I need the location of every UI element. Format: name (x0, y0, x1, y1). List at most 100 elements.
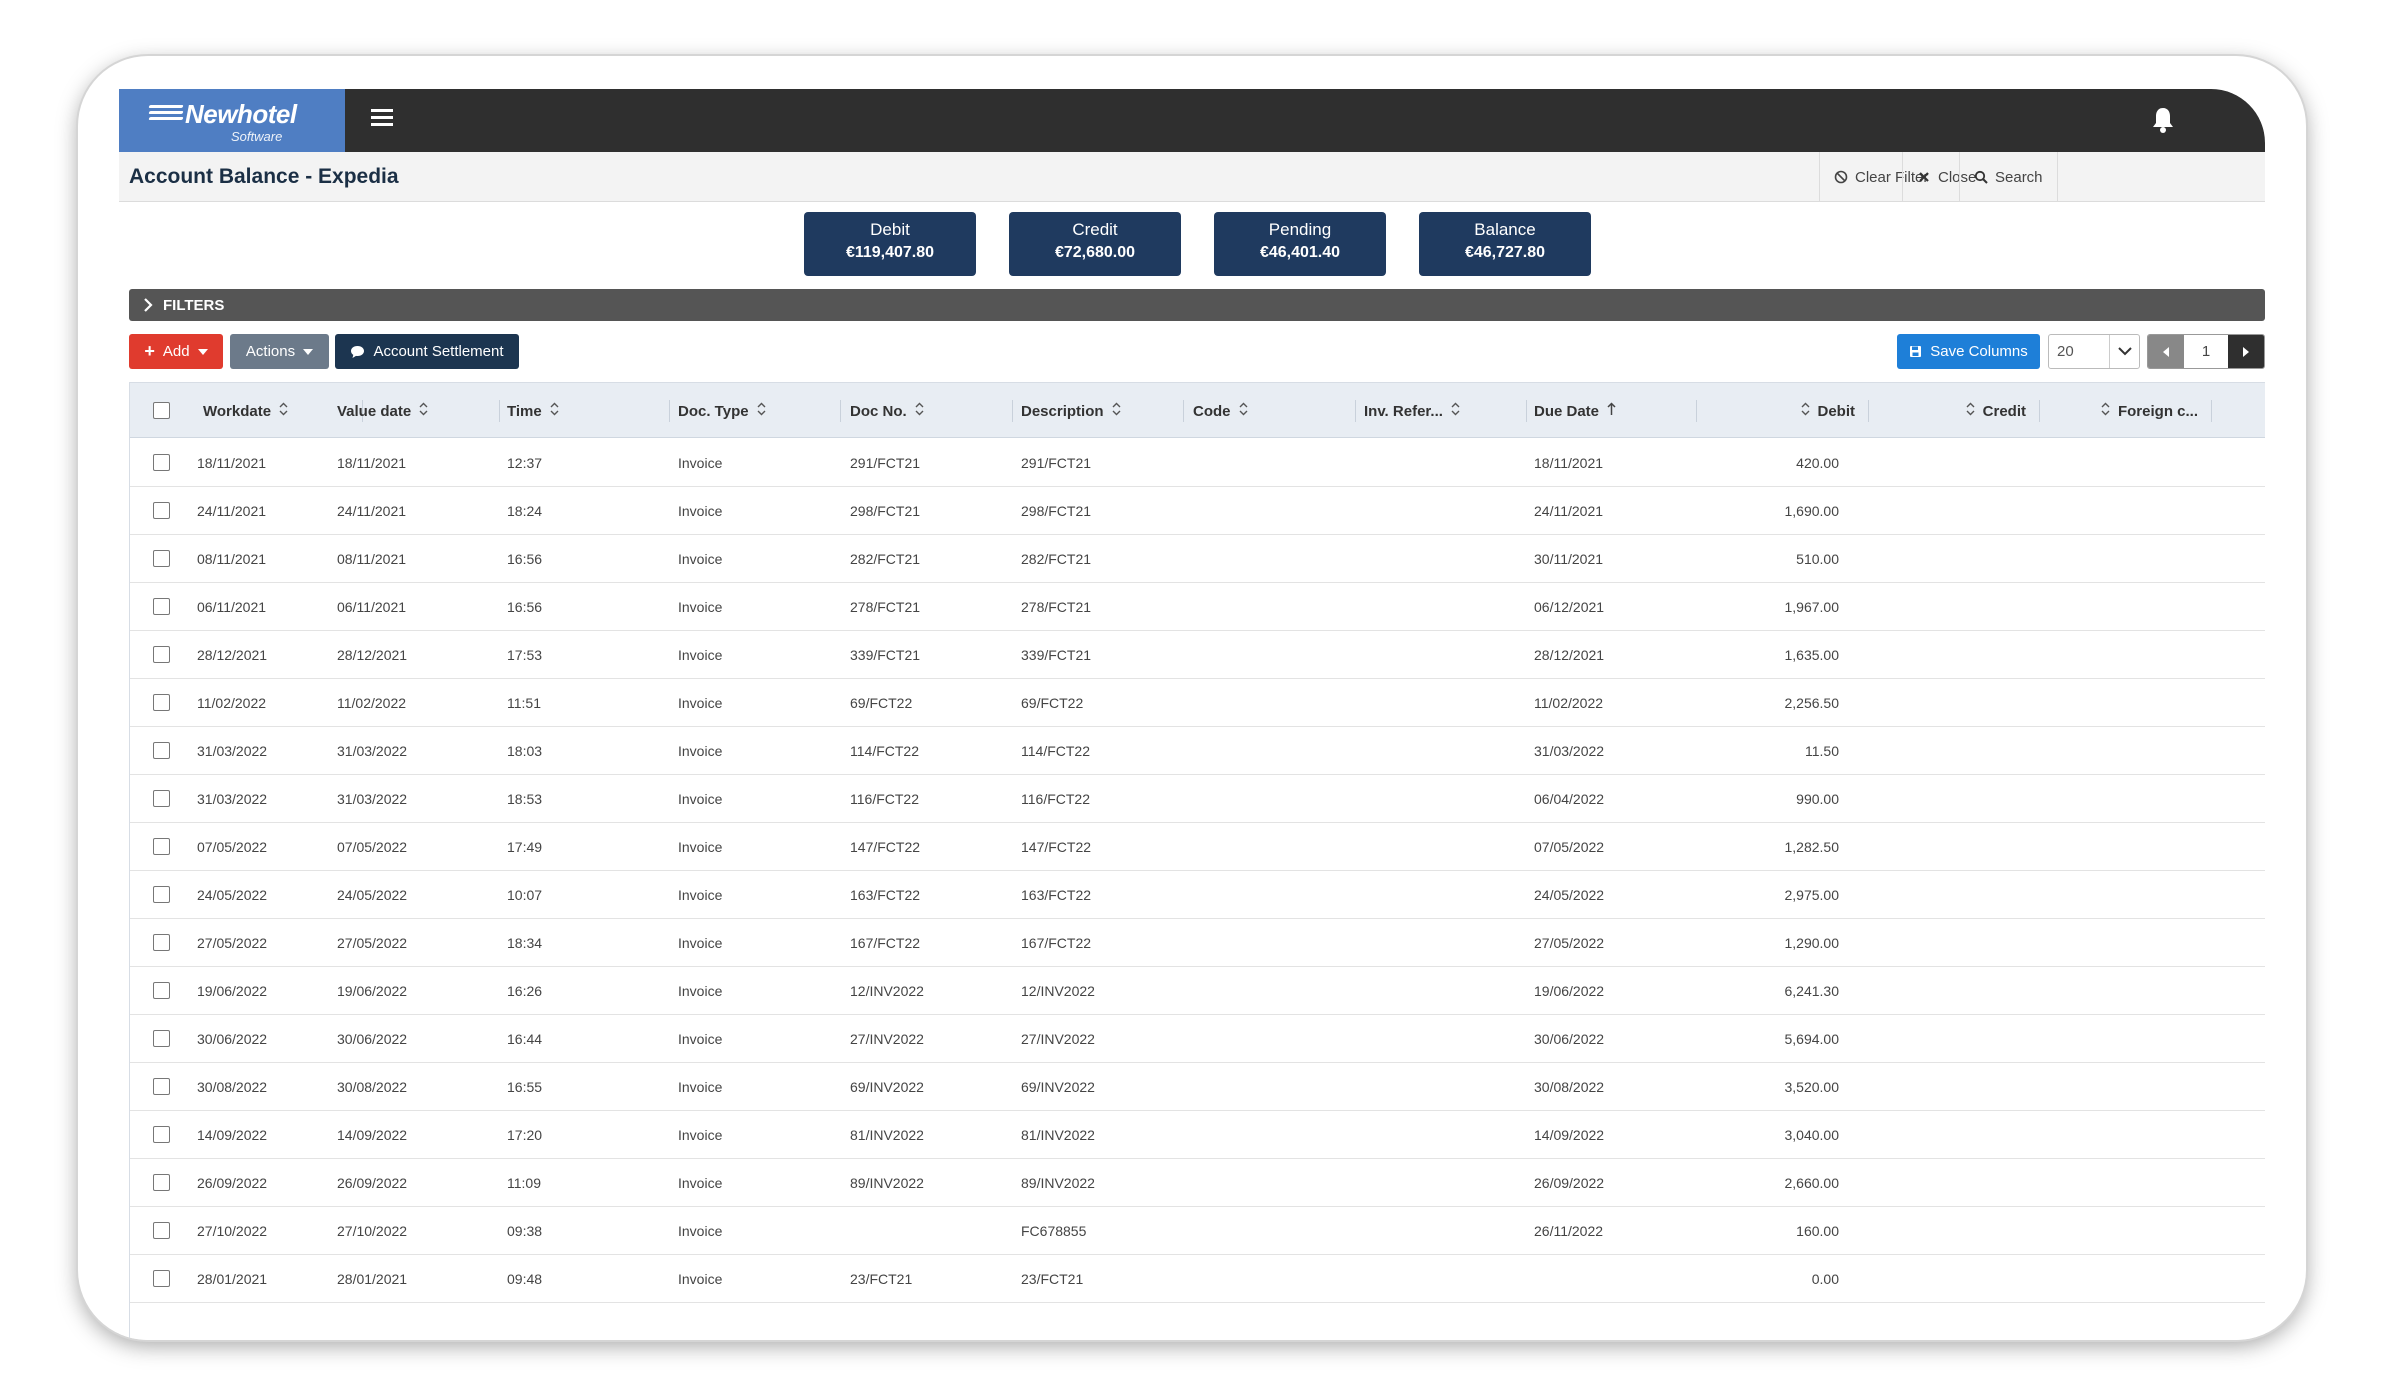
table-row[interactable]: 19/06/2022 19/06/2022 16:26 Invoice 12/INV20… (130, 967, 2265, 1015)
row-checkbox[interactable] (153, 790, 170, 807)
table-cell: 116/FCT22 (850, 791, 919, 807)
table-cell: 339/FCT21 (850, 647, 921, 663)
bell-icon[interactable] (2151, 106, 2175, 134)
row-checkbox[interactable] (153, 1270, 170, 1287)
summary-value: €46,727.80 (1464, 244, 1546, 261)
row-checkbox[interactable] (153, 838, 170, 855)
column-header-description[interactable]: Description (1021, 383, 1184, 439)
sort-icon[interactable] (550, 402, 559, 420)
save-columns-button[interactable]: Save Columns (1897, 334, 2040, 369)
row-checkbox[interactable] (153, 1222, 170, 1239)
column-header-due-date[interactable]: Due Date (1534, 383, 1697, 439)
search-button[interactable]: Search (1959, 152, 2058, 202)
table-row[interactable]: 30/08/2022 30/08/2022 16:55 Invoice 69/INV20… (130, 1063, 2265, 1111)
column-header-label: Due Date (1534, 402, 1600, 420)
table-cell: 16:56 (507, 599, 543, 615)
account-settlement-button[interactable]: Account Settlement (335, 334, 519, 369)
sort-icon[interactable] (279, 402, 288, 420)
table-row[interactable]: 11/02/2022 11/02/2022 11:51 Invoice 69/FCT22… (130, 679, 2265, 727)
column-header-value-date[interactable]: Value date (337, 383, 500, 439)
comment-icon (351, 345, 365, 358)
table-row[interactable]: 27/05/2022 27/05/2022 18:34 Invoice 167/FCT2… (130, 919, 2265, 967)
table-row[interactable]: 06/11/2021 06/11/2021 16:56 Invoice 278/FCT2… (130, 583, 2265, 631)
table-cell (1364, 919, 1532, 967)
sort-asc-icon[interactable] (1607, 402, 1616, 420)
column-header-time[interactable]: Time (507, 383, 670, 439)
search-icon (1974, 170, 1988, 184)
table-cell: 24/11/2021 (337, 503, 407, 519)
sort-icon[interactable] (2101, 402, 2110, 420)
row-checkbox[interactable] (153, 646, 170, 663)
sort-icon[interactable] (1239, 402, 1248, 420)
table-cell: 28/12/2021 (197, 647, 268, 663)
row-checkbox[interactable] (153, 502, 170, 519)
row-checkbox[interactable] (153, 454, 170, 471)
app-logo[interactable]: Newhotel Software (119, 89, 345, 152)
sort-icon[interactable] (1112, 402, 1121, 420)
select-all-checkbox[interactable] (153, 402, 170, 419)
table-cell: 291/FCT21 (1021, 455, 1092, 471)
table-cell: 81/INV2022 (850, 1127, 924, 1143)
actions-button[interactable]: Actions (230, 334, 329, 369)
sort-icon[interactable] (419, 402, 428, 420)
table-row[interactable]: 14/09/2022 14/09/2022 17:20 Invoice 81/INV20… (130, 1111, 2265, 1159)
row-checkbox[interactable] (153, 742, 170, 759)
table-cell: 27/05/2022 (1534, 935, 1605, 951)
sort-icon[interactable] (757, 402, 766, 420)
row-checkbox[interactable] (153, 982, 170, 999)
table-row[interactable]: 26/09/2022 26/09/2022 11:09 Invoice 89/INV20… (130, 1159, 2265, 1207)
table-cell: 1,290.00 (1784, 935, 1840, 951)
add-button[interactable]: + Add (129, 334, 223, 369)
table-row[interactable]: 18/11/2021 18/11/2021 12:37 Invoice 291/FCT2… (130, 439, 2265, 487)
row-checkbox[interactable] (153, 1174, 170, 1191)
column-header-doc-type[interactable]: Doc. Type (678, 383, 841, 439)
row-checkbox[interactable] (153, 934, 170, 951)
column-header-foreign-c[interactable]: Foreign c (2220, 383, 2265, 439)
row-checkbox[interactable] (153, 1126, 170, 1143)
table-cell: 69/INV2022 (1021, 1079, 1095, 1095)
column-header-debit[interactable]: Debit (1706, 383, 1869, 439)
table-cell (1364, 1159, 1532, 1207)
row-checkbox[interactable] (153, 694, 170, 711)
column-header-doc-no[interactable]: Doc No. (850, 383, 1013, 439)
column-header-foreign-c[interactable]: Foreign c... (2049, 383, 2212, 439)
row-checkbox[interactable] (153, 598, 170, 615)
table-cell: 26/09/2022 (197, 1175, 268, 1191)
table-row[interactable]: 27/10/2022 27/10/2022 09:38 Invoice FC678855… (130, 1207, 2265, 1255)
column-header-code[interactable]: Code (1193, 383, 1356, 439)
row-checkbox[interactable] (153, 1078, 170, 1095)
sort-icon[interactable] (1451, 402, 1460, 420)
table-cell: 30/06/2022 (337, 1031, 408, 1047)
row-checkbox[interactable] (153, 550, 170, 567)
table-cell: 23/FCT21 (850, 1271, 913, 1287)
table-cell: 116/FCT22 (1021, 791, 1090, 807)
table-cell: 12/INV2022 (850, 983, 924, 999)
filters-toggle[interactable]: FILTERS (129, 289, 2265, 321)
table-row[interactable]: 28/12/2021 28/12/2021 17:53 Invoice 339/FCT2… (130, 631, 2265, 679)
table-row[interactable]: 30/06/2022 30/06/2022 16:44 Invoice 27/INV20… (130, 1015, 2265, 1063)
sort-icon[interactable] (1966, 402, 1975, 420)
table-cell (850, 1207, 1018, 1255)
row-checkbox[interactable] (153, 886, 170, 903)
table-row[interactable]: 31/03/2022 31/03/2022 18:03 Invoice 114/FCT2… (130, 727, 2265, 775)
table-row[interactable]: 28/01/2021 28/01/2021 09:48 Invoice 23/FCT21… (130, 1255, 2265, 1303)
add-label: Add (162, 343, 190, 360)
table-row[interactable]: 07/05/2022 07/05/2022 17:49 Invoice 147/FCT2… (130, 823, 2265, 871)
next-page-button[interactable] (2228, 335, 2264, 368)
table-row[interactable]: 31/03/2022 31/03/2022 18:53 Invoice 116/FCT2… (130, 775, 2265, 823)
current-page[interactable]: 1 (2184, 335, 2228, 368)
table-row[interactable]: 08/11/2021 08/11/2021 16:56 Invoice 282/FCT2… (130, 535, 2265, 583)
row-checkbox[interactable] (153, 1030, 170, 1047)
column-header-inv-refer[interactable]: Inv. Refer... (1364, 383, 1527, 439)
table-row[interactable]: 24/05/2022 24/05/2022 10:07 Invoice 163/FCT2… (130, 871, 2265, 919)
table-cell: 07/05/2022 (1534, 839, 1605, 855)
menu-icon[interactable] (371, 109, 393, 129)
sort-icon[interactable] (915, 402, 924, 420)
column-header-label: Value date (337, 402, 412, 420)
prev-page-button[interactable] (2148, 335, 2184, 368)
table-cell: 09:48 (507, 1271, 543, 1287)
table-row[interactable]: 24/11/2021 24/11/2021 18:24 Invoice 298/FCT2… (130, 487, 2265, 535)
column-header-credit[interactable]: Credit (1877, 383, 2040, 439)
sort-icon[interactable] (1801, 402, 1810, 420)
page-size-select[interactable]: 20 (2048, 334, 2140, 369)
